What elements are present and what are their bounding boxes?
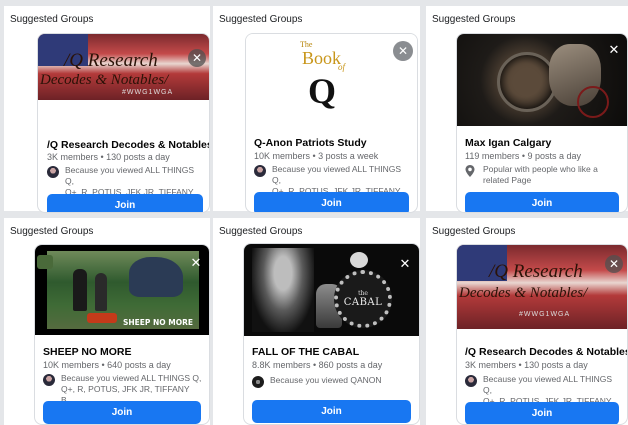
cover-hashtag: #WWG1WGA <box>122 89 174 96</box>
group-meta: 8.8K members • 860 posts a day <box>252 360 383 370</box>
suggested-groups-panel-6: Suggested Groups /Q Research Decodes & N… <box>426 218 628 425</box>
suggested-groups-panel-1: Suggested Groups /Q Research Decodes & N… <box>4 6 210 213</box>
panel-title: Suggested Groups <box>10 226 94 237</box>
cover-text-line-2: Decodes & Notables/ <box>40 72 169 88</box>
group-card[interactable]: ✕ Max Igan Calgary 119 members • 9 posts… <box>456 33 628 213</box>
cover-photo-helicopter <box>129 257 183 297</box>
group-cover-image[interactable]: /Q Research Decodes & Notables/ #WWG1WGA… <box>457 245 627 329</box>
join-button[interactable]: Join <box>252 400 411 423</box>
cover-text-line-2: Decodes & Notables/ <box>459 285 588 301</box>
group-meta: 3K members • 130 posts a day <box>465 360 588 370</box>
group-avatar-icon <box>254 165 266 177</box>
group-name[interactable]: FALL OF THE CABAL <box>252 346 359 358</box>
group-avatar-icon <box>47 166 59 178</box>
cover-caption: SHEEP NO MORE <box>122 318 193 327</box>
group-card[interactable]: /Q Research Decodes & Notables/ #WWG1WGA… <box>456 244 628 425</box>
cover-text-the: the <box>358 290 368 297</box>
location-pin-icon <box>465 165 475 177</box>
suggested-groups-panel-5: Suggested Groups the CABAL ✕ FALL OF THE… <box>213 218 420 425</box>
book-cover: The Book of Q <box>294 40 360 114</box>
cover-photo-figure <box>73 269 87 311</box>
cover-art-ring <box>497 52 557 112</box>
book-title-q: Q <box>308 71 337 111</box>
cover-text-line-1: /Q Research <box>64 50 158 71</box>
close-icon[interactable]: ✕ <box>188 49 206 67</box>
cover-text-line-1: /Q Research <box>489 261 583 282</box>
group-reason: Because you viewed QANON <box>252 375 413 388</box>
close-icon[interactable]: ✕ <box>396 254 414 272</box>
join-button[interactable]: Join <box>47 194 203 212</box>
group-avatar-icon <box>43 374 55 386</box>
close-icon[interactable]: ✕ <box>393 41 413 61</box>
cover-art-skull <box>350 252 368 268</box>
group-cover-image[interactable]: /Q Research Decodes & Notables/ #WWG1WGA… <box>38 34 209 100</box>
group-avatar-icon <box>465 375 477 387</box>
book-title-book: Book <box>302 48 342 68</box>
group-reason: Popular with people who like a related P… <box>465 164 621 186</box>
panel-title: Suggested Groups <box>432 14 516 25</box>
cover-text-cabal: CABAL <box>343 297 383 308</box>
cover-photo: SHEEP NO MORE <box>47 251 199 329</box>
join-button[interactable]: Join <box>254 192 409 212</box>
reason-text: Popular with people who like a related P… <box>483 164 598 185</box>
suggested-groups-panel-2: Suggested Groups The Book of Q ✕ Q-Anon … <box>213 6 420 213</box>
suggested-groups-panel-3: Suggested Groups ✕ Max Igan Calgary 119 … <box>426 6 628 213</box>
group-cover-image[interactable]: The Book of Q ✕ <box>246 34 417 120</box>
cover-hashtag: #WWG1WGA <box>519 311 571 318</box>
cover-photo-figure <box>95 273 107 311</box>
group-card[interactable]: SHEEP NO MORE ✕ SHEEP NO MORE 10K member… <box>34 244 210 425</box>
cover-photo-cones <box>87 313 117 323</box>
group-cover-image[interactable]: SHEEP NO MORE ✕ <box>35 245 209 335</box>
group-name[interactable]: /Q Research Decodes & Notables/ <box>47 139 209 151</box>
group-meta: 119 members • 9 posts a day <box>465 151 582 161</box>
panel-title: Suggested Groups <box>432 226 516 237</box>
join-button[interactable]: Join <box>465 402 619 424</box>
group-name[interactable]: SHEEP NO MORE <box>43 346 132 358</box>
group-cover-image[interactable]: ✕ <box>457 34 627 126</box>
panel-title: Suggested Groups <box>219 226 303 237</box>
group-avatar-icon <box>252 376 264 388</box>
join-button[interactable]: Join <box>43 401 201 424</box>
cover-logo-badge <box>37 255 53 269</box>
cover-art-ring-small <box>577 86 609 118</box>
group-meta: 10K members • 640 posts a day <box>43 360 171 370</box>
group-name[interactable]: Q-Anon Patriots Study <box>254 137 367 149</box>
group-meta: 3K members • 130 posts a day <box>47 152 170 162</box>
book-title-of: of <box>338 62 346 72</box>
group-name[interactable]: Max Igan Calgary <box>465 137 551 149</box>
group-name[interactable]: /Q Research Decodes & Notables/ <box>465 346 627 358</box>
group-card[interactable]: /Q Research Decodes & Notables/ #WWG1WGA… <box>37 33 210 213</box>
group-card[interactable]: The Book of Q ✕ Q-Anon Patriots Study 10… <box>245 33 418 213</box>
group-meta: 10K members • 3 posts a week <box>254 151 379 161</box>
reason-text: Because you viewed QANON <box>270 375 382 385</box>
cover-art-cabal-medallion: the CABAL <box>334 270 392 328</box>
panel-title: Suggested Groups <box>10 14 94 25</box>
group-cover-image[interactable]: the CABAL ✕ <box>244 244 419 336</box>
cover-art-hands <box>252 248 314 332</box>
close-icon[interactable]: ✕ <box>605 40 623 58</box>
close-icon[interactable]: ✕ <box>605 255 623 273</box>
join-button[interactable]: Join <box>465 192 619 212</box>
group-card[interactable]: the CABAL ✕ FALL OF THE CABAL 8.8K membe… <box>243 243 420 425</box>
suggested-groups-panel-4: Suggested Groups SHEEP NO MORE ✕ SHEEP N… <box>4 218 210 425</box>
panel-title: Suggested Groups <box>219 14 303 25</box>
close-icon[interactable]: ✕ <box>187 253 205 271</box>
